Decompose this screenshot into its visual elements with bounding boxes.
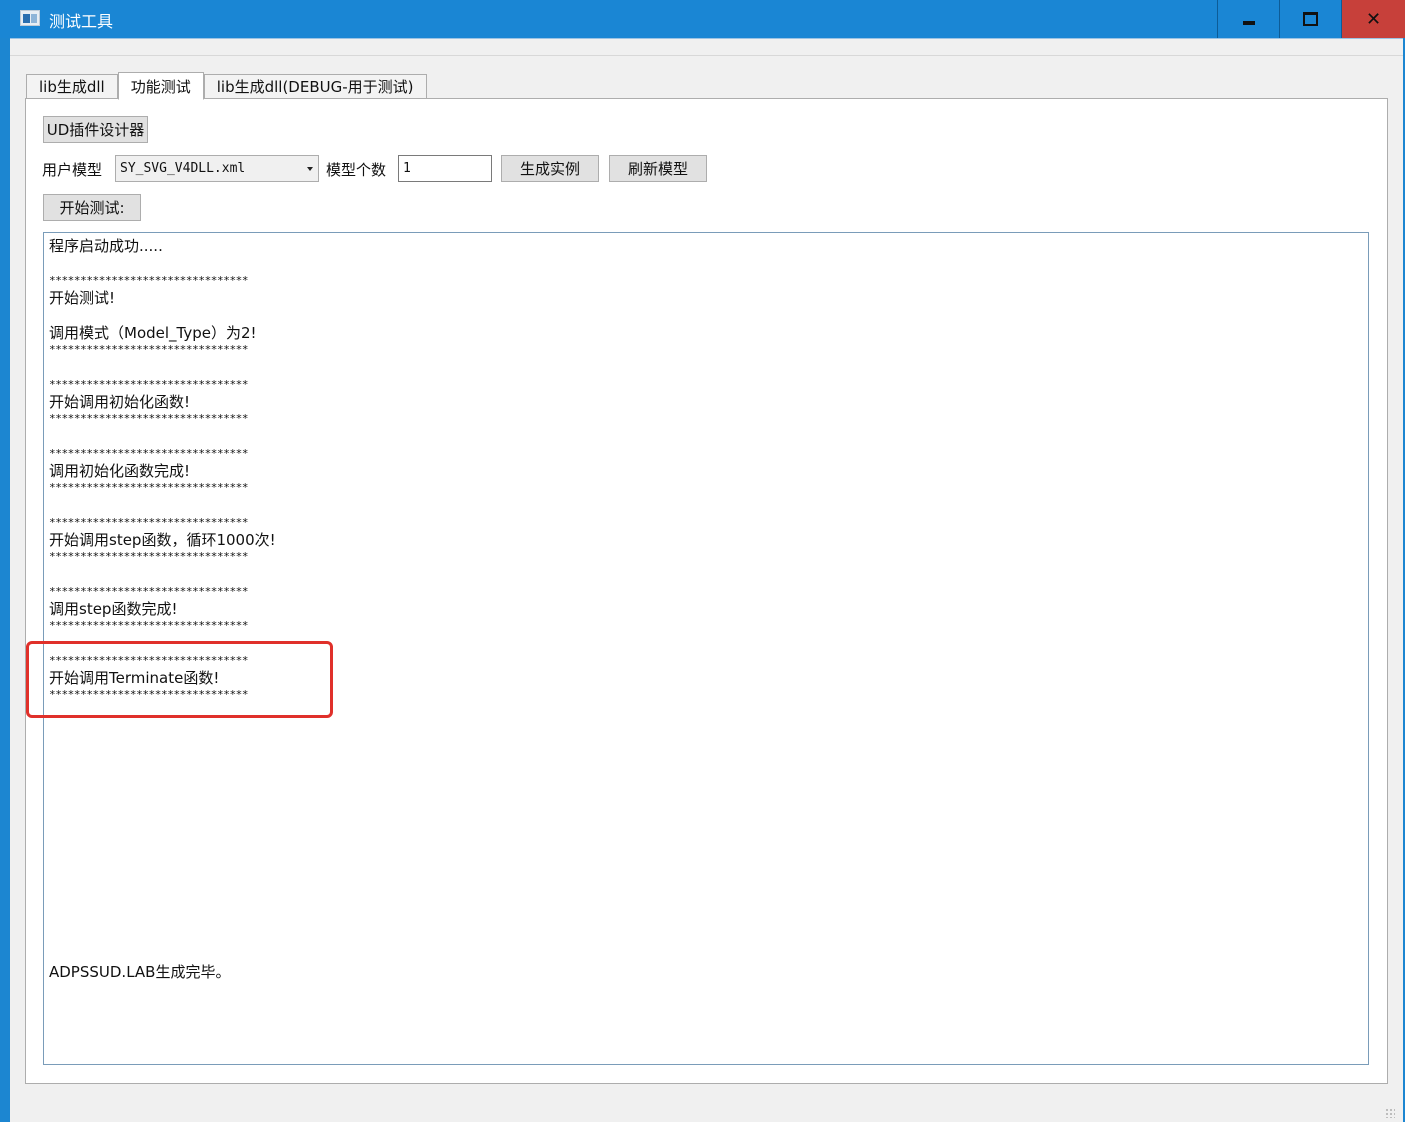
maximize-icon — [1303, 12, 1318, 26]
log-separator: ******************************** — [49, 688, 249, 701]
log-separator: ******************************** — [49, 447, 249, 460]
log-line: 调用step函数完成! — [49, 600, 178, 618]
start-test-button[interactable]: 开始测试: — [43, 194, 141, 221]
tab-strip: lib生成dll 功能测试 lib生成dll(DEBUG-用于测试) — [26, 72, 427, 100]
log-line: 开始调用step函数，循环1000次! — [49, 531, 276, 549]
user-model-select[interactable]: SY_SVG_V4DLL.xml — [115, 155, 319, 182]
function-test-panel: UD插件设计器 用户模型 SY_SVG_V4DLL.xml 模型个数 1 生成实… — [25, 98, 1388, 1084]
log-separator: ******************************** — [49, 585, 249, 598]
log-separator: ******************************** — [49, 378, 249, 391]
app-icon — [20, 10, 40, 26]
log-line: 开始调用Terminate函数! — [49, 669, 220, 687]
tab-lib-to-dll-debug[interactable]: lib生成dll(DEBUG-用于测试) — [203, 74, 427, 99]
log-line: 开始调用初始化函数! — [49, 393, 191, 411]
log-separator: ******************************** — [49, 274, 249, 287]
close-button[interactable]: ✕ — [1341, 0, 1405, 38]
log-separator: ******************************** — [49, 481, 249, 494]
resize-grip-icon[interactable] — [1385, 1108, 1395, 1118]
log-separator: ******************************** — [49, 550, 249, 563]
log-output[interactable]: 程序启动成功..... ****************************… — [43, 232, 1369, 1065]
tab-function-test[interactable]: 功能测试 — [117, 72, 204, 100]
log-separator: ******************************** — [49, 619, 249, 632]
log-separator: ******************************** — [49, 654, 249, 667]
chevron-down-icon — [307, 167, 313, 171]
minimize-button[interactable] — [1217, 0, 1279, 38]
log-line: 开始测试! — [49, 289, 116, 307]
user-model-value: SY_SVG_V4DLL.xml — [120, 161, 246, 176]
log-separator: ******************************** — [49, 516, 249, 529]
log-separator: ******************************** — [49, 343, 249, 356]
separator — [10, 55, 1403, 56]
client-area: lib生成dll 功能测试 lib生成dll(DEBUG-用于测试) UD插件设… — [10, 38, 1403, 1122]
refresh-model-button[interactable]: 刷新模型 — [609, 155, 707, 182]
user-model-label: 用户模型 — [42, 161, 103, 179]
log-line: ADPSSUD.LAB生成完毕。 — [49, 963, 231, 981]
ui-designer-button[interactable]: UD插件设计器 — [43, 116, 148, 143]
maximize-button[interactable] — [1279, 0, 1341, 38]
log-line: 调用模式（Model_Type）为2! — [49, 324, 257, 342]
minimize-icon — [1242, 21, 1255, 25]
log-line: 程序启动成功..... — [49, 237, 163, 255]
log-separator: ******************************** — [49, 412, 249, 425]
window-title: 测试工具 — [49, 12, 114, 31]
model-count-input[interactable]: 1 — [398, 155, 492, 182]
generate-instance-button[interactable]: 生成实例 — [501, 155, 599, 182]
model-count-label: 模型个数 — [326, 161, 387, 179]
close-icon: ✕ — [1365, 8, 1382, 30]
title-bar[interactable]: 测试工具 ✕ — [0, 0, 1405, 38]
tab-lib-to-dll[interactable]: lib生成dll — [26, 74, 118, 99]
log-line: 调用初始化函数完成! — [49, 462, 191, 480]
